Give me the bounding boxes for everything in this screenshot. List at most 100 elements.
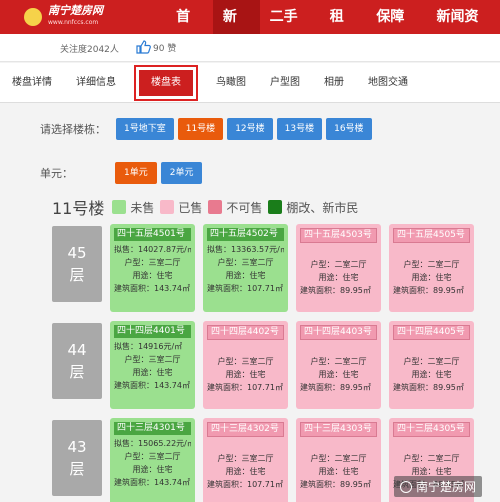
room-card[interactable]: 四十四层4401号 拟售：14916元/㎡ 户型：三室二厅 用途：住宅 建筑面积：143… — [110, 321, 195, 409]
room-number: 四十三层4302号 — [207, 422, 284, 437]
nav-item-news[interactable]: 新闻资讯 — [427, 0, 500, 59]
floor-row: 45 层四十五层4501号 拟售：14027.87元/㎡ 户型：三室二厅 用途：住宅 建筑… — [52, 224, 482, 315]
tab-highlight-frame: 楼盘表 — [134, 64, 198, 101]
room-type: 户型：三室二厅 — [217, 357, 274, 366]
legend-swatch — [112, 200, 127, 214]
tab-detailed-info[interactable]: 详细信息 — [64, 63, 128, 103]
room-price — [393, 439, 470, 452]
tab-project-detail[interactable]: 楼盘详情 — [0, 63, 64, 103]
room-price — [393, 245, 470, 258]
status-legend: 11号楼 未售 已售 不可售 棚改、新市民 — [52, 195, 364, 219]
room-price: 拟售：15065.22元/㎡ — [114, 439, 191, 448]
room-card[interactable]: 四十五层4501号拟售：14027.87元/㎡ 户型：三室二厅 用途：住宅建筑面积：… — [110, 224, 195, 312]
building-button-12[interactable]: 12号楼 — [227, 118, 273, 140]
room-price: 拟售：14027.87元/㎡ — [114, 245, 191, 254]
wechat-icon — [400, 480, 412, 493]
room-price — [207, 342, 284, 355]
room-number: 四十五层4503号 — [300, 228, 377, 243]
room-number: 四十四层4405号 — [393, 325, 470, 340]
main-nav: 首页 新房 二手房 租房 保障房 新闻资讯 — [166, 0, 500, 59]
room-number: 四十三层4303号 — [300, 422, 377, 437]
watermark-text: 南宁楚房网 — [416, 480, 477, 494]
room-card[interactable]: 四十五层4503号 户型：二室二厅 用途：住宅 建筑面积：89.95㎡ — [296, 224, 381, 312]
legend-item-sold: 已售 — [160, 199, 202, 216]
room-price — [300, 342, 377, 355]
room-type: 户型：三室二厅 — [124, 258, 181, 267]
watermark: 南宁楚房网 — [394, 476, 483, 497]
building-button-11[interactable]: 11号楼 — [177, 118, 224, 140]
room-card[interactable]: 四十五层4505号 户型：二室二厅 用途：住宅 建筑面积：89.95㎡ — [389, 224, 474, 312]
room-number: 四十五层4502号 — [207, 228, 284, 241]
room-card[interactable]: 四十三层4301号 拟售：15065.22元/㎡ 户型：三室二厅 用途：住宅 建筑面积：… — [110, 418, 195, 502]
unit-button-1[interactable]: 1单元 — [115, 162, 157, 184]
room-price: 拟售：13363.57元/㎡ — [207, 245, 284, 254]
room-type: 户型：三室二厅 — [124, 355, 181, 364]
site-logo[interactable]: 南宁楚房网 www.nnfccs.com — [0, 0, 166, 34]
room-card[interactable]: 四十三层4303号 户型：二室二厅 用途：住宅 建筑面积：89.95㎡ — [296, 418, 381, 502]
like-count: 90 赞 — [153, 43, 177, 54]
nav-item-second-hand[interactable]: 二手房 — [260, 0, 320, 59]
room-card[interactable]: 四十五层4502号 拟售：13363.57元/㎡ 户型：三室二厅 用途：住宅 建筑面积：… — [203, 224, 288, 312]
tab-album[interactable]: 相册 — [312, 63, 356, 103]
room-number: 四十五层4505号 — [393, 228, 470, 243]
tab-map-traffic[interactable]: 地图交通 — [356, 63, 420, 103]
room-use: 用途：住宅 — [132, 271, 173, 280]
room-area: 建筑面积：107.71㎡ — [207, 284, 283, 293]
room-type: 户型：二室二厅 — [403, 454, 460, 463]
legend-item-unsold: 未售 — [112, 199, 154, 216]
building-button-13[interactable]: 13号楼 — [276, 118, 323, 140]
logo-icon — [24, 8, 42, 26]
room-price — [393, 342, 470, 355]
room-number: 四十四层4401号 — [114, 325, 191, 338]
room-use: 用途：住宅 — [411, 370, 452, 379]
unit-button-2[interactable]: 2单元 — [160, 162, 203, 184]
building-button-16[interactable]: 16号楼 — [326, 118, 372, 140]
follow-strip: 关注度2042人 90 赞 — [0, 34, 500, 62]
nav-item-affordable[interactable]: 保障房 — [366, 0, 426, 59]
room-number: 四十三层4301号 — [114, 422, 191, 435]
room-type: 户型：二室二厅 — [310, 260, 367, 269]
detail-tabs: 楼盘详情 详细信息 楼盘表 鸟瞰图 户型图 相册 地图交通 — [0, 63, 500, 103]
legend-swatch — [268, 200, 283, 214]
room-use: 用途：住宅 — [318, 467, 359, 476]
room-card[interactable]: 四十四层4403号 户型：二室二厅 用途：住宅 建筑面积：89.95㎡ — [296, 321, 381, 409]
legend-item-unavailable: 不可售 — [208, 199, 262, 216]
room-price: 拟售：14916元/㎡ — [114, 342, 183, 351]
room-type: 户型：三室二厅 — [217, 258, 274, 267]
room-type: 户型：二室二厅 — [310, 454, 367, 463]
nav-item-rent[interactable]: 租房 — [320, 0, 367, 59]
room-use: 用途：住宅 — [318, 273, 359, 282]
room-area: 建筑面积：89.95㎡ — [300, 383, 371, 392]
building-button-basement-1[interactable]: 1号地下室 — [116, 118, 174, 140]
room-use: 用途：住宅 — [225, 370, 266, 379]
nav-item-new-homes[interactable]: 新房 — [212, 0, 260, 59]
room-card[interactable]: 四十三层4302号 户型：三室二厅 用途：住宅 建筑面积：107.71㎡ — [203, 418, 288, 502]
room-use: 用途：住宅 — [411, 273, 452, 282]
room-card[interactable]: 四十四层4402号 户型：三室二厅 用途：住宅 建筑面积：107.71㎡ — [203, 321, 288, 409]
like-button[interactable]: 90 赞 — [135, 39, 176, 55]
room-card[interactable]: 四十四层4405号户型：二室二厅 用途：住宅建筑面积：89.95㎡ — [389, 321, 474, 409]
room-type: 户型：三室二厅 — [217, 454, 274, 463]
room-area: 建筑面积：107.71㎡ — [207, 480, 283, 489]
logo-subtitle: www.nnfccs.com — [48, 19, 99, 26]
thumbs-up-icon — [136, 40, 151, 54]
tab-building-table[interactable]: 楼盘表 — [139, 69, 193, 96]
unit-grid: 45 层四十五层4501号 拟售：14027.87元/㎡ 户型：三室二厅 用途：住宅 建筑… — [52, 224, 482, 502]
room-price — [207, 439, 284, 452]
room-number: 四十五层4501号 — [114, 228, 191, 241]
building-title: 11号楼 — [52, 199, 105, 218]
nav-item-home[interactable]: 首页 — [166, 0, 213, 59]
tab-aerial-view[interactable]: 鸟瞰图 — [204, 63, 258, 103]
room-area: 建筑面积：143.74㎡ — [114, 284, 190, 293]
room-number: 四十三层4305号 — [393, 422, 470, 437]
room-price — [300, 245, 377, 258]
room-type: 户型：二室二厅 — [403, 357, 460, 366]
tab-floor-plans[interactable]: 户型图 — [258, 63, 312, 103]
floor-label: 45 层 — [52, 226, 102, 302]
room-use: 用途：住宅 — [132, 368, 173, 377]
unit-selector-label: 单元： — [40, 167, 73, 180]
room-price — [300, 439, 377, 452]
room-area: 建筑面积：89.95㎡ — [393, 383, 464, 392]
floor-row: 44 层四十四层4401号 拟售：14916元/㎡ 户型：三室二厅 用途：住宅 建筑面积：… — [52, 321, 482, 412]
legend-swatch — [208, 200, 223, 214]
